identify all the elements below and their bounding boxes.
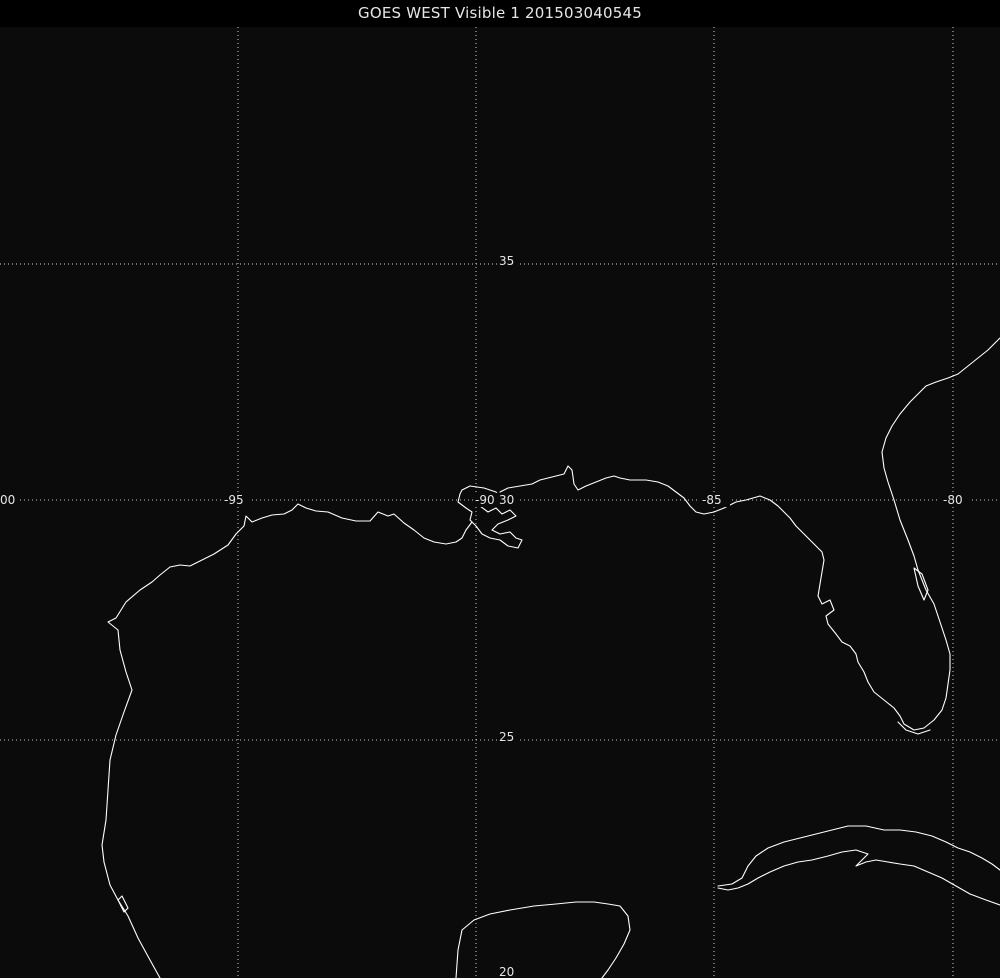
map-canvas: 00 -95 -90 -85 -80 35 30 25 20 bbox=[0, 27, 1000, 978]
title-bar: GOES WEST Visible 1 201503040545 bbox=[0, 0, 1000, 27]
lon-label-80: -80 bbox=[943, 493, 963, 507]
coastline-texas-mexico bbox=[101, 503, 473, 978]
image-title: GOES WEST Visible 1 201503040545 bbox=[358, 4, 642, 22]
grid-labels: 00 -95 -90 -85 -80 35 30 25 20 bbox=[0, 254, 970, 978]
lon-label-95: -95 bbox=[224, 493, 244, 507]
lon-label-90: -90 bbox=[475, 493, 495, 507]
coastline-gulf-north bbox=[499, 337, 1000, 731]
lon-label-100: 00 bbox=[0, 493, 15, 507]
satellite-map[interactable]: 00 -95 -90 -85 -80 35 30 25 20 bbox=[0, 27, 1000, 978]
lat-label-25: 25 bbox=[499, 730, 514, 744]
coastline-cuba bbox=[717, 825, 1000, 906]
coastline-yucatan bbox=[455, 901, 631, 978]
lat-label-35: 35 bbox=[499, 254, 514, 268]
coastline-mexico-inlet bbox=[117, 895, 129, 913]
coastlines bbox=[101, 337, 1000, 978]
lat-label-20: 20 bbox=[499, 965, 514, 978]
coastline-florida-keys bbox=[897, 721, 931, 735]
lat-label-30: 30 bbox=[499, 493, 514, 507]
lon-label-85: -85 bbox=[702, 493, 722, 507]
coastline-florida-lagoon bbox=[913, 567, 929, 601]
